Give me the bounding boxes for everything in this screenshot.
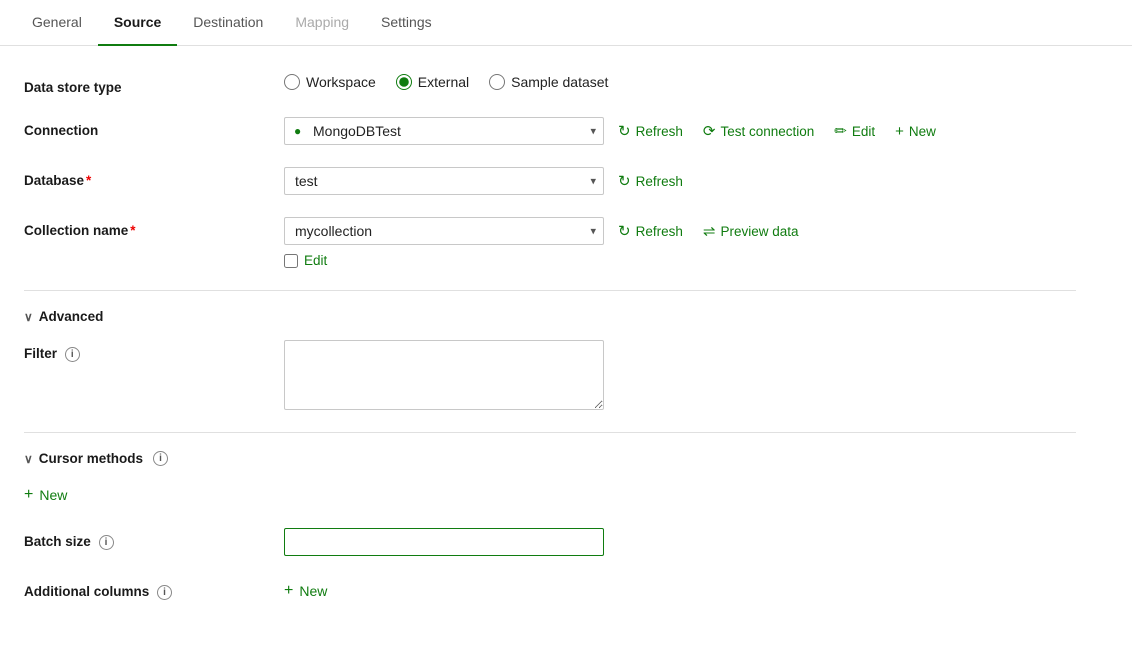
filter-input[interactable] <box>284 340 604 410</box>
cursor-methods-section: ∨ Cursor methods i + New <box>24 432 1076 508</box>
collection-refresh-button[interactable]: ↻ Refresh <box>612 218 689 244</box>
filter-row: Filter i <box>24 340 1076 410</box>
connection-label: Connection <box>24 117 284 138</box>
additional-columns-label: Additional columns i <box>24 578 284 600</box>
database-refresh-button[interactable]: ↻ Refresh <box>612 168 689 194</box>
collection-name-select[interactable]: mycollection <box>284 217 604 245</box>
batch-size-info-icon[interactable]: i <box>99 535 114 550</box>
filter-controls <box>284 340 604 410</box>
cursor-methods-new-button[interactable]: + New <box>24 482 67 508</box>
advanced-header[interactable]: ∨ Advanced <box>24 309 1076 324</box>
collection-name-row: Collection name* mycollection ▾ ↻ Refres… <box>24 217 1076 268</box>
data-store-type-row: Data store type Workspace External Sampl… <box>24 74 1076 95</box>
cursor-methods-chevron-icon: ∨ <box>24 452 33 466</box>
database-refresh-icon: ↻ <box>618 172 631 190</box>
collection-name-dropdown-wrapper: mycollection ▾ <box>284 217 604 245</box>
data-store-type-options: Workspace External Sample dataset <box>284 74 608 90</box>
filter-info-icon[interactable]: i <box>65 347 80 362</box>
additional-columns-new-button[interactable]: + New <box>284 578 327 604</box>
tab-source[interactable]: Source <box>98 0 177 46</box>
radio-sample[interactable]: Sample dataset <box>489 74 608 90</box>
connection-refresh-button[interactable]: ↻ Refresh <box>612 118 689 144</box>
database-label: Database* <box>24 167 284 188</box>
preview-icon: ⇌ <box>703 222 716 240</box>
batch-size-controls: 100 <box>284 528 604 556</box>
batch-size-label: Batch size i <box>24 528 284 550</box>
plus-icon: + <box>895 123 904 140</box>
refresh-icon: ↻ <box>618 122 631 140</box>
batch-size-input[interactable]: 100 <box>284 528 604 556</box>
test-connection-icon: ⟳ <box>703 122 716 140</box>
database-select[interactable]: test <box>284 167 604 195</box>
collection-refresh-icon: ↻ <box>618 222 631 240</box>
additional-columns-plus-icon: + <box>284 582 293 600</box>
edit-checkbox[interactable] <box>284 254 298 268</box>
new-connection-button[interactable]: + New <box>889 119 942 144</box>
batch-size-row: Batch size i 100 <box>24 528 1076 556</box>
edit-checkbox-row: Edit <box>284 253 327 268</box>
preview-data-button[interactable]: ⇌ Preview data <box>697 218 805 244</box>
cursor-methods-plus-icon: + <box>24 486 33 504</box>
tab-settings[interactable]: Settings <box>365 0 448 46</box>
filter-label: Filter i <box>24 340 284 362</box>
tab-mapping: Mapping <box>279 0 365 46</box>
test-connection-button[interactable]: ⟳ Test connection <box>697 118 820 144</box>
connection-dropdown-wrapper: ● MongoDBTest ▾ <box>284 117 604 145</box>
connection-select[interactable]: MongoDBTest <box>284 117 604 145</box>
radio-workspace[interactable]: Workspace <box>284 74 376 90</box>
tab-general[interactable]: General <box>16 0 98 46</box>
edit-icon: ✏ <box>834 122 847 140</box>
collection-name-controls: mycollection ▾ ↻ Refresh ⇌ Preview data … <box>284 217 804 268</box>
collection-name-label: Collection name* <box>24 217 284 238</box>
radio-external[interactable]: External <box>396 74 469 90</box>
main-content: Data store type Workspace External Sampl… <box>0 46 1100 654</box>
database-row: Database* test ▾ ↻ Refresh <box>24 167 1076 195</box>
connection-controls: ● MongoDBTest ▾ ↻ Refresh ⟳ Test connect… <box>284 117 942 145</box>
tabs-bar: General Source Destination Mapping Setti… <box>0 0 1132 46</box>
additional-columns-info-icon[interactable]: i <box>157 585 172 600</box>
advanced-section: ∨ Advanced Filter i <box>24 290 1076 410</box>
edit-checkbox-label[interactable]: Edit <box>304 253 327 268</box>
tab-destination[interactable]: Destination <box>177 0 279 46</box>
data-store-type-label: Data store type <box>24 74 284 95</box>
edit-connection-button[interactable]: ✏ Edit <box>828 118 881 144</box>
database-controls: test ▾ ↻ Refresh <box>284 167 689 195</box>
connection-row: Connection ● MongoDBTest ▾ ↻ Refresh ⟳ T… <box>24 117 1076 145</box>
cursor-methods-header[interactable]: ∨ Cursor methods i <box>24 451 1076 466</box>
additional-columns-controls: + New <box>284 578 327 604</box>
advanced-chevron-icon: ∨ <box>24 310 33 324</box>
database-dropdown-wrapper: test ▾ <box>284 167 604 195</box>
additional-columns-row: Additional columns i + New <box>24 578 1076 604</box>
cursor-methods-info-icon[interactable]: i <box>153 451 168 466</box>
